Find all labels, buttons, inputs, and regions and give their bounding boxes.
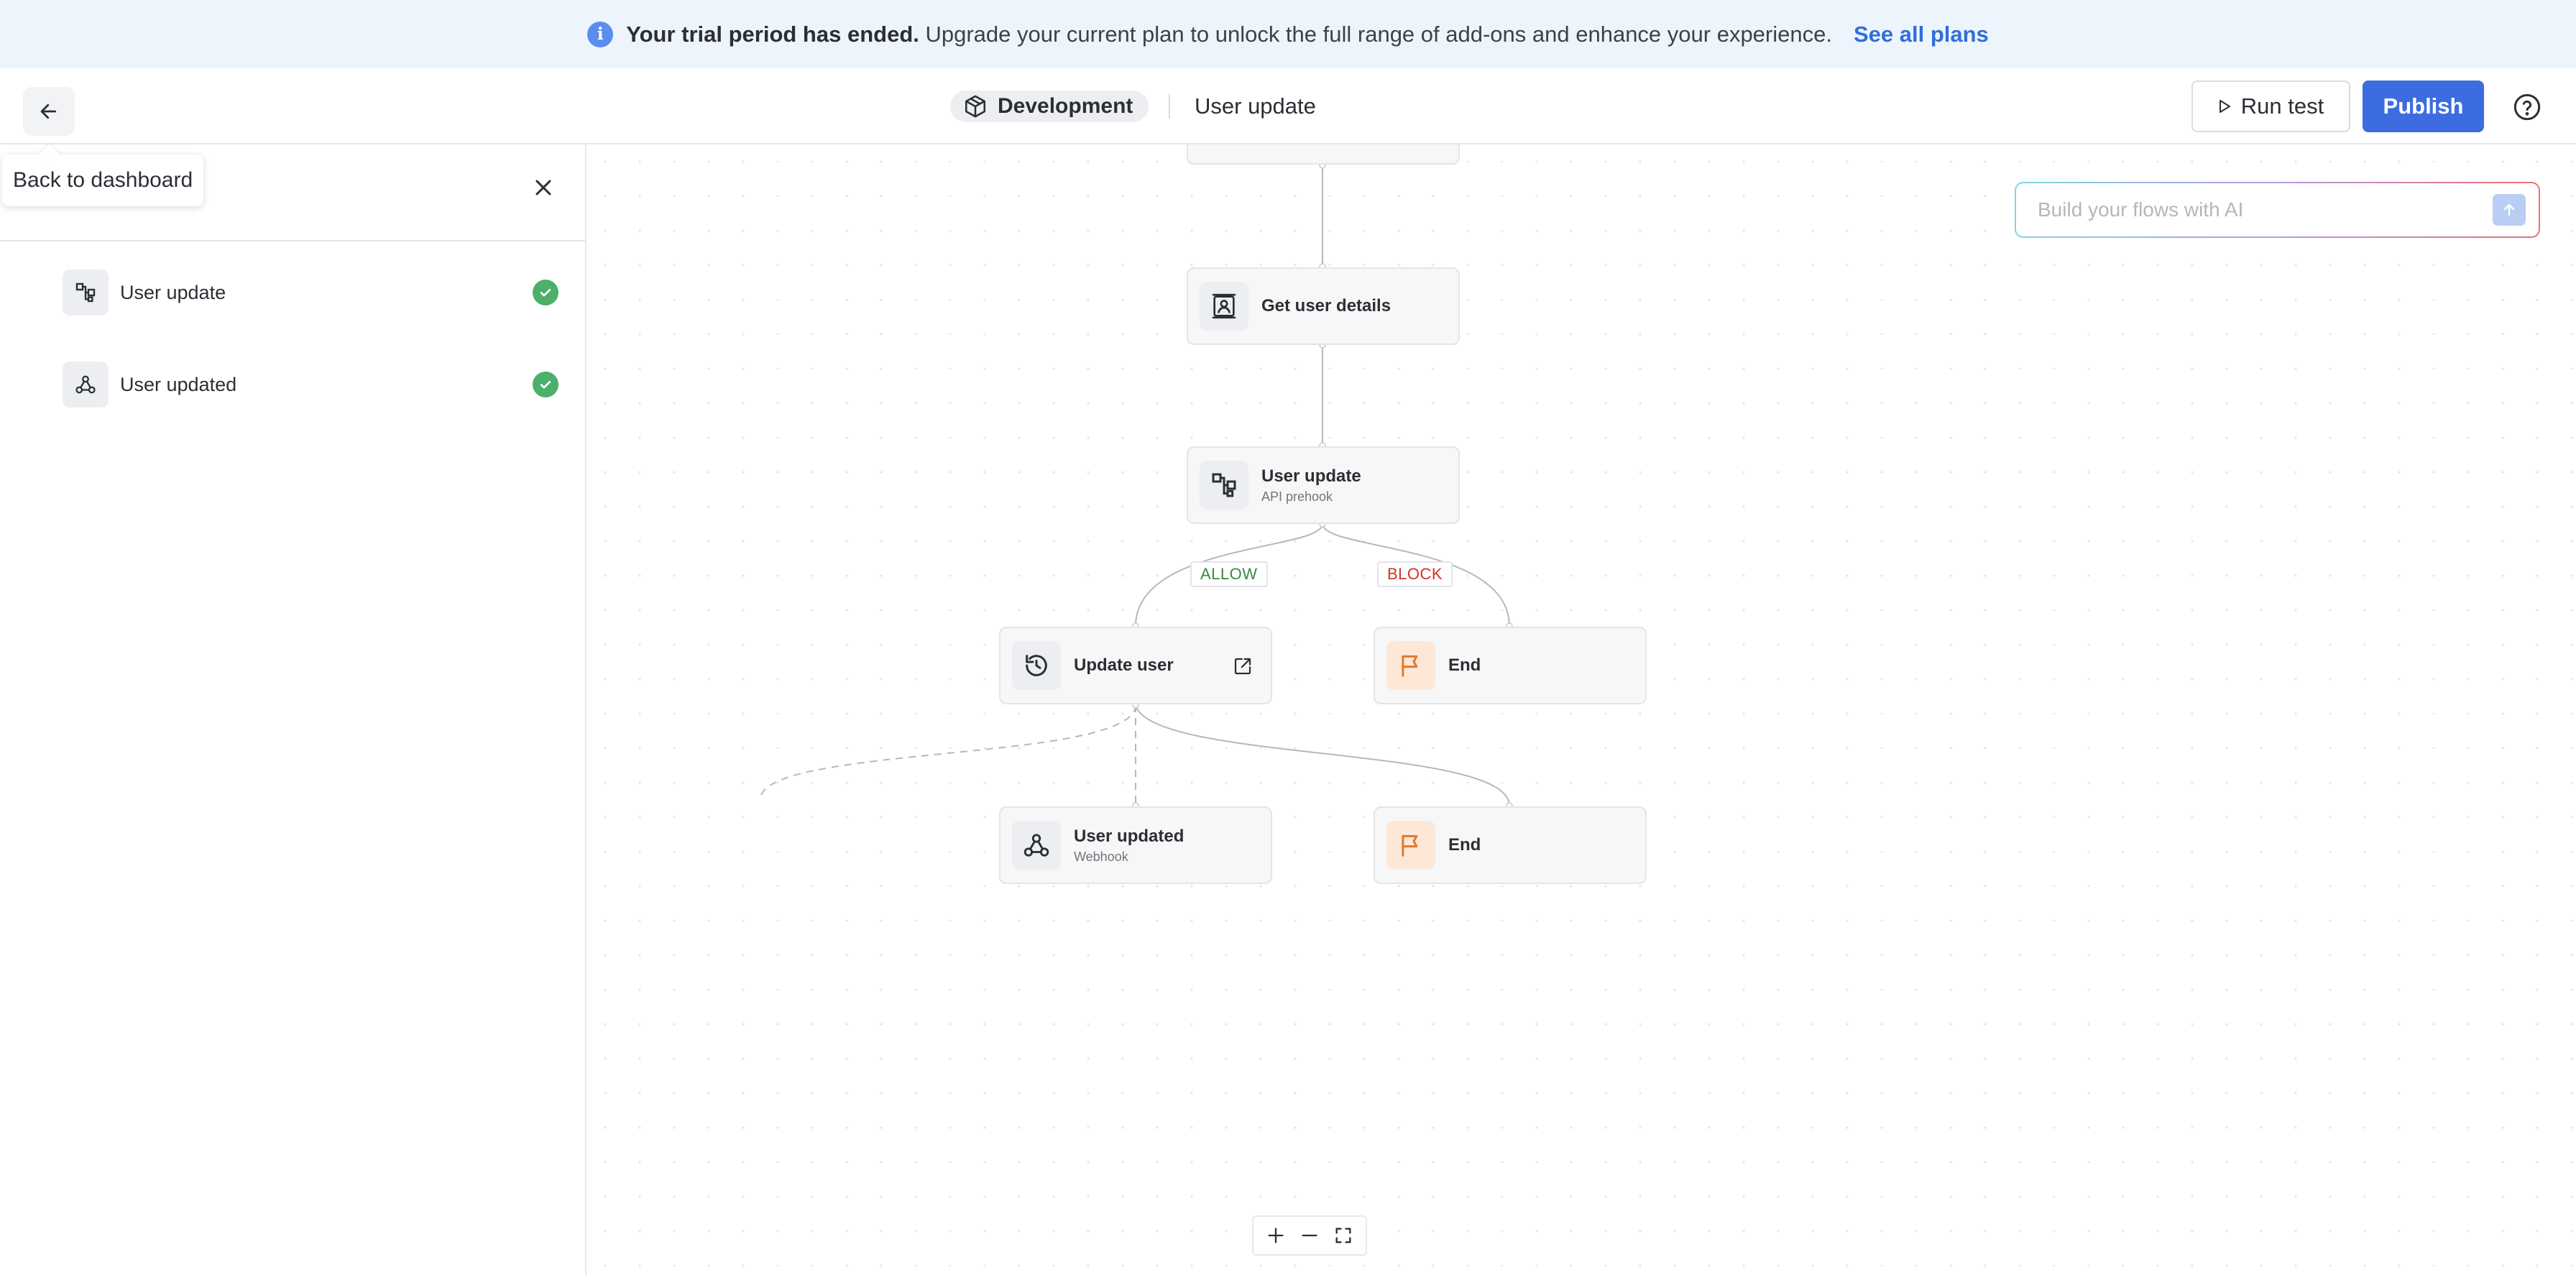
environment-badge[interactable]: Development bbox=[950, 91, 1149, 122]
trial-banner: i Your trial period has ended. Upgrade y… bbox=[0, 0, 2576, 68]
back-tooltip: Back to dashboard bbox=[2, 155, 204, 206]
user-card-icon bbox=[1200, 282, 1248, 331]
fit-view-button[interactable] bbox=[1333, 1225, 1353, 1246]
node-get-user-details[interactable]: Get user details bbox=[1187, 267, 1460, 345]
refresh-user-icon bbox=[1012, 641, 1061, 690]
external-link-icon[interactable] bbox=[1232, 655, 1254, 677]
environment-label: Development bbox=[998, 94, 1133, 118]
ai-prompt-box bbox=[2015, 182, 2540, 238]
check-circle-icon bbox=[533, 372, 558, 397]
help-icon[interactable] bbox=[2513, 93, 2542, 121]
zoom-controls bbox=[1252, 1215, 1367, 1256]
zoom-out-button[interactable] bbox=[1300, 1225, 1320, 1246]
flag-icon bbox=[1386, 821, 1435, 870]
banner-bold-text: Your trial period has ended. bbox=[626, 21, 919, 47]
api-prehook-icon bbox=[1200, 461, 1248, 510]
run-test-button[interactable]: Run test bbox=[2191, 80, 2350, 132]
webhook-icon bbox=[1012, 821, 1061, 870]
plus-icon bbox=[1268, 1228, 1284, 1243]
node-update-user[interactable]: Update user bbox=[999, 627, 1272, 704]
info-icon: i bbox=[587, 21, 614, 47]
top-header: Development User update Run test Publish bbox=[0, 68, 2576, 144]
check-circle-icon bbox=[533, 280, 558, 305]
see-all-plans-link[interactable]: See all plans bbox=[1854, 22, 1989, 47]
node-title: User updated bbox=[1074, 826, 1184, 846]
arrow-left-icon bbox=[40, 103, 57, 119]
minus-icon bbox=[1302, 1234, 1317, 1237]
sidebar-item-user-updated[interactable]: User updated bbox=[63, 362, 558, 408]
ai-prompt-input[interactable] bbox=[2038, 198, 2469, 221]
sidebar-item-label: User updated bbox=[120, 373, 237, 395]
partial-flow-node[interactable] bbox=[1187, 144, 1460, 165]
package-icon bbox=[965, 95, 986, 118]
flow-connectors bbox=[760, 144, 1513, 809]
node-user-updated[interactable]: User updated Webhook bbox=[999, 806, 1272, 884]
node-title: End bbox=[1448, 655, 1481, 675]
banner-text: Upgrade your current plan to unlock the … bbox=[919, 21, 1832, 47]
flow-canvas[interactable]: Get user details User update API prehook… bbox=[588, 144, 2576, 1275]
sidebar-item-label: User update bbox=[120, 281, 226, 303]
node-end[interactable]: End bbox=[1374, 806, 1647, 884]
publish-button[interactable]: Publish bbox=[2363, 80, 2484, 132]
node-title: Get user details bbox=[1261, 296, 1392, 316]
fullscreen-icon bbox=[1335, 1228, 1351, 1243]
node-user-update[interactable]: User update API prehook bbox=[1187, 446, 1460, 524]
banner-message: Your trial period has ended. Upgrade you… bbox=[626, 22, 1832, 47]
node-subtitle: API prehook bbox=[1261, 489, 1333, 504]
back-button[interactable] bbox=[23, 87, 75, 136]
allow-branch-label: ALLOW bbox=[1190, 561, 1268, 587]
run-test-label: Run test bbox=[2240, 93, 2324, 119]
webhook-icon bbox=[63, 362, 109, 408]
arrow-up-icon bbox=[2503, 203, 2515, 216]
node-end-block[interactable]: End bbox=[1374, 627, 1647, 704]
sidebar-panel: User update User updated bbox=[0, 144, 586, 1275]
api-prehook-icon bbox=[63, 270, 109, 316]
sidebar-item-user-update[interactable]: User update bbox=[63, 270, 558, 316]
sidebar-divider bbox=[0, 240, 585, 241]
send-button[interactable] bbox=[2493, 194, 2526, 226]
header-divider bbox=[1169, 94, 1170, 119]
flag-icon bbox=[1386, 641, 1435, 690]
close-icon[interactable] bbox=[530, 175, 556, 201]
zoom-in-button[interactable] bbox=[1266, 1225, 1286, 1246]
node-title: Update user bbox=[1074, 655, 1174, 675]
flow-title: User update bbox=[1195, 93, 1316, 119]
node-title: End bbox=[1448, 835, 1481, 855]
ai-prompt-inner bbox=[2016, 183, 2539, 236]
play-icon bbox=[2219, 100, 2230, 113]
block-branch-label: BLOCK bbox=[1377, 561, 1453, 587]
node-title: User update bbox=[1261, 466, 1361, 486]
node-subtitle: Webhook bbox=[1074, 849, 1128, 864]
